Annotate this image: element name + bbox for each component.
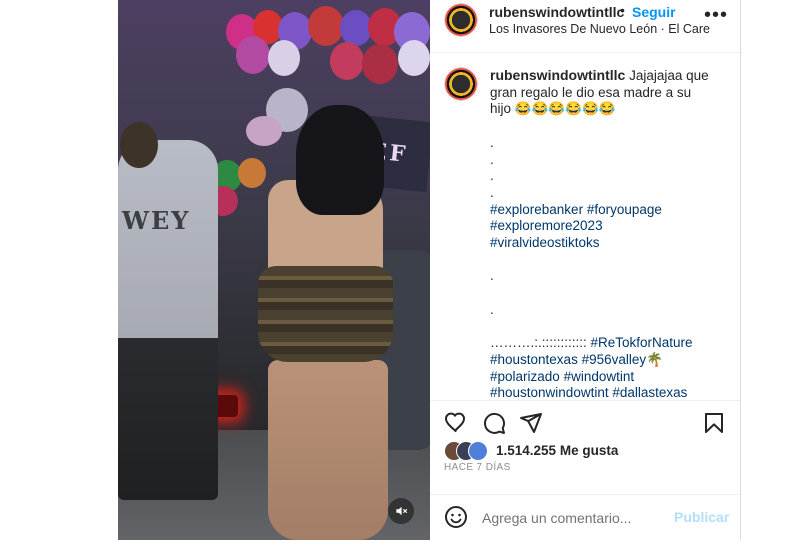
bookmark-icon: [705, 413, 723, 433]
shirt-text: WEY: [122, 206, 191, 235]
publish-button[interactable]: Publicar: [674, 509, 729, 525]
caption-dot: .: [490, 168, 494, 184]
balloon: [308, 6, 344, 46]
avatar[interactable]: [444, 3, 478, 37]
hashtag-link[interactable]: #houstonwindowtint: [490, 385, 609, 398]
dancer-hair: [296, 105, 384, 215]
emoji-icon: [445, 506, 467, 528]
balloon: [246, 116, 282, 146]
like-button[interactable]: [444, 411, 470, 437]
hashtag-link[interactable]: #dallastexas: [612, 385, 687, 398]
caption-avatar[interactable]: [444, 67, 478, 101]
caption-area: rubenswindowtintllc Jajajajaa que gran r…: [430, 53, 740, 398]
post-video[interactable]: EF WEY: [118, 0, 430, 540]
likes-row: 1.514.255 Me gusta: [444, 441, 734, 461]
comment-icon: [484, 412, 505, 434]
caption-line: hijo 😂😂😂😂😂😂: [490, 101, 616, 117]
mute-button[interactable]: [388, 498, 414, 524]
likes-count[interactable]: 1.514.255 Me gusta: [496, 443, 618, 458]
caption-dot: .: [490, 301, 494, 317]
caption-text: rubenswindowtintllc Jajajajaa que gran r…: [490, 67, 730, 398]
balloon: [236, 36, 270, 74]
caption-line: Jajajajaa que: [629, 68, 709, 83]
caption-dot: .: [490, 134, 494, 150]
hashtag-link[interactable]: #956valley🌴: [582, 352, 663, 367]
caption-username[interactable]: rubenswindowtintllc: [490, 67, 625, 83]
hashtag-link[interactable]: #windowtint: [564, 369, 635, 384]
liker-avatar[interactable]: [468, 441, 488, 461]
hashtag-link[interactable]: #explorebanker: [490, 202, 583, 217]
caption-dot: .: [490, 268, 494, 284]
heart-icon: [444, 412, 466, 433]
caption-line: gran regalo le dio esa madre a su: [490, 84, 692, 100]
caption-dots-line: ……….:.::::::::::::: [490, 335, 591, 351]
post-timestamp[interactable]: HACE 7 DÍAS: [444, 462, 511, 473]
speaker-muted-icon: [396, 506, 408, 516]
location-link[interactable]: Los Invasores De Nuevo León · El Care: [489, 22, 710, 36]
send-icon: [520, 413, 542, 433]
dancer-legs: [268, 360, 388, 540]
comment-bar: Publicar: [430, 494, 740, 541]
hashtag-link[interactable]: #exploremore2023: [490, 218, 603, 233]
balloon: [362, 44, 398, 84]
hashtag-link[interactable]: #ReTokforNature: [591, 335, 693, 350]
caption-dot: .: [490, 184, 494, 200]
hashtag-link[interactable]: #foryoupage: [587, 202, 662, 217]
post-actions: [430, 400, 740, 441]
dancer-skirt: [258, 266, 393, 362]
balloon: [268, 40, 300, 76]
share-button[interactable]: [519, 411, 545, 437]
post-header: rubenswindowtintllc • Seguir Los Invasor…: [430, 0, 740, 53]
comment-button[interactable]: [482, 411, 508, 437]
follow-button[interactable]: Seguir: [632, 4, 676, 20]
save-button[interactable]: [702, 411, 728, 437]
more-options-button[interactable]: •••: [704, 4, 728, 28]
hashtag-link[interactable]: #viralvideostiktoks: [490, 235, 600, 250]
page-background-left: [0, 0, 118, 547]
hashtag-link[interactable]: #polarizado: [490, 369, 560, 384]
balloon: [398, 40, 430, 76]
page-background-right: [740, 0, 800, 547]
emoji-button[interactable]: [444, 505, 468, 529]
balloon: [238, 158, 266, 188]
comment-input[interactable]: [480, 506, 664, 530]
post-side-panel: rubenswindowtintllc • Seguir Los Invasor…: [430, 0, 741, 540]
person-left: [118, 140, 218, 500]
hashtag-link[interactable]: #houstontexas: [490, 352, 578, 367]
person-left-head: [120, 122, 158, 168]
caption-dot: .: [490, 151, 494, 167]
author-username[interactable]: rubenswindowtintllc: [489, 4, 624, 20]
balloon: [330, 42, 364, 80]
separator-dot: •: [620, 2, 625, 18]
